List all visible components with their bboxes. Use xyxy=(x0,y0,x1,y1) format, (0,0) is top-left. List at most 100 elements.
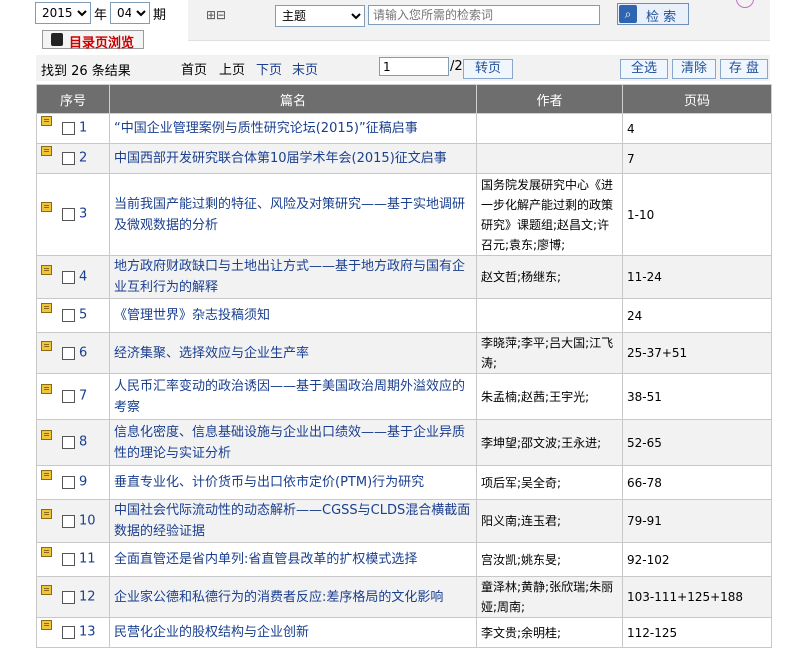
author-cell: 项后军;吴全奇; xyxy=(476,465,623,500)
row-checkbox[interactable] xyxy=(62,270,75,284)
article-title-link[interactable]: 《管理世界》杂志投稿须知 xyxy=(114,308,270,323)
prev-page-link[interactable]: 上页 xyxy=(219,59,245,78)
row-checkbox[interactable] xyxy=(62,590,75,604)
author-cell xyxy=(476,298,623,333)
row-number-link[interactable]: 10 xyxy=(79,513,96,528)
row-checkbox[interactable] xyxy=(62,514,75,528)
search-input[interactable] xyxy=(368,5,600,25)
page-number-input[interactable] xyxy=(379,57,449,76)
book-icon xyxy=(41,620,52,631)
search-button[interactable]: ⌕ 检 索 xyxy=(617,3,689,25)
row-number-link[interactable]: 13 xyxy=(79,625,96,640)
row-number-link[interactable]: 3 xyxy=(79,207,87,222)
catalog-browse-button[interactable]: 目录页浏览 xyxy=(42,30,144,51)
row-checkbox[interactable] xyxy=(62,208,75,222)
row-number-link[interactable]: 5 xyxy=(79,308,87,323)
title-cell: 中国社会代际流动性的动态解析——CGSS与CLDS混合横截面数据的经验证据 xyxy=(109,499,477,543)
title-cell: 《管理世界》杂志投稿须知 xyxy=(109,298,477,333)
author-cell xyxy=(476,143,623,174)
author-cell: 朱孟楠;赵茜;王宇光; xyxy=(476,373,623,420)
page-total: /2 xyxy=(450,59,463,74)
author-cell xyxy=(476,113,623,144)
row-index-cell: 8 xyxy=(36,419,110,466)
pages-cell: 92-102 xyxy=(622,542,772,577)
year-select[interactable]: 2015 xyxy=(35,2,91,24)
select-all-button[interactable]: 全选 xyxy=(620,59,668,79)
row-index-cell: 6 xyxy=(36,332,110,374)
row-checkbox[interactable] xyxy=(62,626,75,640)
article-title-link[interactable]: 中国社会代际流动性的动态解析——CGSS与CLDS混合横截面数据的经验证据 xyxy=(114,503,470,539)
author-cell: 宫汝凯;姚东旻; xyxy=(476,542,623,577)
search-button-label: 检 索 xyxy=(646,10,677,25)
title-cell: 中国西部开发研究联合体第10届学术年会(2015)征文启事 xyxy=(109,143,477,174)
first-page-link[interactable]: 首页 xyxy=(181,59,207,78)
row-checkbox[interactable] xyxy=(62,553,75,567)
row-number-link[interactable]: 11 xyxy=(79,552,96,567)
article-title-link[interactable]: 地方政府财政缺口与土地出让方式——基于地方政府与国有企业互利行为的解释 xyxy=(114,259,465,295)
book-icon xyxy=(41,508,52,519)
clear-button[interactable]: 清除 xyxy=(672,59,716,79)
expand-collapse-icon[interactable]: ⊞⊟ xyxy=(206,8,226,22)
magnifier-icon: ⌕ xyxy=(619,5,637,23)
title-cell: 人民币汇率变动的政治诱因——基于美国政治周期外溢效应的考察 xyxy=(109,373,477,420)
row-number-link[interactable]: 9 xyxy=(79,475,87,490)
row-number-link[interactable]: 1 xyxy=(79,121,87,136)
article-title-link[interactable]: 企业家公德和私德行为的消费者反应:差序格局的文化影响 xyxy=(114,590,443,605)
author-cell: 李坤望;邵文波;王永进; xyxy=(476,419,623,466)
row-number-link[interactable]: 6 xyxy=(79,345,87,360)
row-checkbox[interactable] xyxy=(62,152,75,166)
article-title-link[interactable]: 经济集聚、选择效应与企业生产率 xyxy=(114,346,309,361)
row-checkbox[interactable] xyxy=(62,346,75,360)
results-table: 序号 篇名 作者 页码 1 “中国企业管理案例与质性研究论坛(2015)”征稿启事… xyxy=(36,84,772,648)
article-title-link[interactable]: 中国西部开发研究联合体第10届学术年会(2015)征文启事 xyxy=(114,151,447,166)
pages-cell: 52-65 xyxy=(622,419,772,466)
row-checkbox[interactable] xyxy=(62,309,75,323)
pages-cell: 4 xyxy=(622,113,772,144)
row-number-link[interactable]: 12 xyxy=(79,589,96,604)
header-author: 作者 xyxy=(476,84,623,114)
search-field-select[interactable]: 主题 xyxy=(275,5,365,27)
row-index-cell: 2 xyxy=(36,143,110,174)
row-number-link[interactable]: 7 xyxy=(79,389,87,404)
table-row: 8 信息化密度、信息基础设施与企业出口绩效——基于企业异质性的理论与实证分析 李坤望… xyxy=(36,419,772,466)
pages-cell: 66-78 xyxy=(622,465,772,500)
last-page-link[interactable]: 末页 xyxy=(292,59,318,78)
save-button[interactable]: 存 盘 xyxy=(720,59,768,79)
article-title-link[interactable]: “中国企业管理案例与质性研究论坛(2015)”征稿启事 xyxy=(114,121,418,136)
table-row: 2 中国西部开发研究联合体第10届学术年会(2015)征文启事 7 xyxy=(36,143,772,174)
header-title: 篇名 xyxy=(109,84,477,114)
book-icon xyxy=(41,340,52,351)
table-row: 6 经济集聚、选择效应与企业生产率 李晓萍;李平;吕大国;江飞涛; 25-37+51 xyxy=(36,332,772,374)
book-icon xyxy=(41,303,52,314)
author-cell: 阳义南;连玉君; xyxy=(476,499,623,543)
row-checkbox[interactable] xyxy=(62,476,75,490)
article-title-link[interactable]: 全面直管还是省内单列:省直管县改革的扩权模式选择 xyxy=(114,552,417,567)
next-page-link[interactable]: 下页 xyxy=(256,59,282,78)
title-cell: “中国企业管理案例与质性研究论坛(2015)”征稿启事 xyxy=(109,113,477,144)
book-icon xyxy=(41,384,52,395)
book-icon xyxy=(41,146,52,157)
article-title-link[interactable]: 信息化密度、信息基础设施与企业出口绩效——基于企业异质性的理论与实证分析 xyxy=(114,425,465,461)
row-checkbox[interactable] xyxy=(62,390,75,404)
pages-cell: 112-125 xyxy=(622,617,772,648)
issue-select[interactable]: 04 xyxy=(110,2,150,24)
row-index-cell: 7 xyxy=(36,373,110,420)
title-cell: 地方政府财政缺口与土地出让方式——基于地方政府与国有企业互利行为的解释 xyxy=(109,255,477,299)
article-title-link[interactable]: 民营化企业的股权结构与企业创新 xyxy=(114,625,309,640)
row-checkbox[interactable] xyxy=(62,436,75,450)
article-title-link[interactable]: 人民币汇率变动的政治诱因——基于美国政治周期外溢效应的考察 xyxy=(114,379,465,415)
article-title-link[interactable]: 垂直专业化、计价货币与出口依市定价(PTM)行为研究 xyxy=(114,475,424,490)
issue-label: 期 xyxy=(153,8,167,23)
row-number-link[interactable]: 2 xyxy=(79,151,87,166)
row-number-link[interactable]: 4 xyxy=(79,269,87,284)
pages-cell: 1-10 xyxy=(622,173,772,256)
article-title-link[interactable]: 当前我国产能过剩的特征、风险及对策研究——基于实地调研及微观数据的分析 xyxy=(114,197,465,233)
row-index-cell: 9 xyxy=(36,465,110,500)
row-index-cell: 12 xyxy=(36,576,110,618)
table-header-row: 序号 篇名 作者 页码 xyxy=(36,84,772,114)
goto-page-button[interactable]: 转页 xyxy=(463,59,513,79)
title-cell: 经济集聚、选择效应与企业生产率 xyxy=(109,332,477,374)
result-count: 找到 26 条结果 xyxy=(41,64,131,79)
row-number-link[interactable]: 8 xyxy=(79,435,87,450)
row-checkbox[interactable] xyxy=(62,122,75,136)
